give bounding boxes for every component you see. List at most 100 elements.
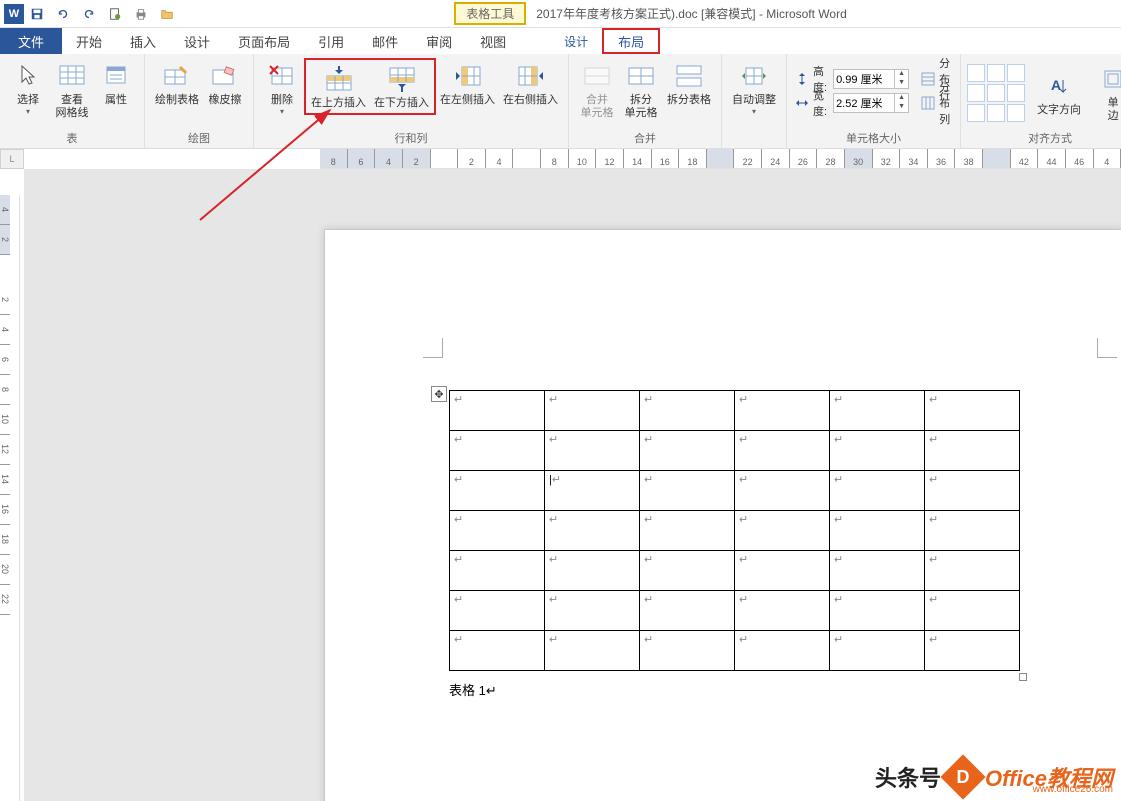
table-cell[interactable]: ↵ — [640, 631, 735, 671]
tab-view[interactable]: 视图 — [466, 28, 520, 54]
col-width-input[interactable]: ▲▼ — [833, 93, 909, 113]
table-cell[interactable]: ↵ — [545, 511, 640, 551]
cell-margins-button[interactable]: 单 边 — [1093, 61, 1121, 125]
spin-up-icon[interactable]: ▲ — [894, 94, 908, 103]
spin-down-icon[interactable]: ▼ — [894, 79, 908, 88]
table-cell[interactable]: ↵ — [735, 391, 830, 431]
tab-file[interactable]: 文件 — [0, 28, 62, 54]
table-cell[interactable]: ↵ — [640, 551, 735, 591]
properties-button[interactable]: 属性 — [94, 58, 138, 109]
merge-cells-icon — [581, 60, 613, 92]
table-cell[interactable]: ↵ — [735, 431, 830, 471]
tab-table-design[interactable]: 设计 — [550, 28, 602, 54]
table-cell[interactable]: ↵ — [735, 551, 830, 591]
select-button[interactable]: 选择 ▾ — [6, 58, 50, 118]
table-cell[interactable]: ↵ — [830, 591, 925, 631]
tab-page-layout[interactable]: 页面布局 — [224, 28, 304, 54]
ribbon-tabs: 文件 开始 插入 设计 页面布局 引用 邮件 审阅 视图 设计 布局 — [0, 28, 1121, 54]
merge-cells-button[interactable]: 合并 单元格 — [575, 58, 619, 122]
table-cell[interactable]: ↵ — [545, 431, 640, 471]
alignment-grid[interactable] — [967, 64, 1025, 122]
table-cell[interactable]: ↵ — [830, 471, 925, 511]
tab-table-layout[interactable]: 布局 — [602, 28, 660, 54]
table-cell[interactable]: ↵ — [735, 591, 830, 631]
split-cells-button[interactable]: 拆分 单元格 — [619, 58, 663, 122]
tab-design[interactable]: 设计 — [170, 28, 224, 54]
distribute-cols-button[interactable]: 分布列 — [919, 92, 954, 114]
table-cell[interactable]: ↵ — [450, 511, 545, 551]
tab-home[interactable]: 开始 — [62, 28, 116, 54]
table-cell[interactable]: ↵ — [735, 471, 830, 511]
group-rows-cols-label: 行和列 — [260, 128, 562, 148]
table-cell[interactable]: ↵ — [545, 391, 640, 431]
table-cell[interactable]: ↵ — [735, 511, 830, 551]
table-cell[interactable]: ↵ — [925, 551, 1020, 591]
table-caption: 表格 1↵ — [449, 680, 497, 699]
redo-icon[interactable] — [77, 2, 101, 26]
table-cell[interactable]: ↵ — [925, 511, 1020, 551]
delete-button[interactable]: 删除 ▾ — [260, 58, 304, 118]
table-cell[interactable]: ↵ — [545, 551, 640, 591]
document-table[interactable]: ↵↵↵↵↵↵↵↵↵↵↵↵↵↵↵↵↵↵↵↵↵↵↵↵↵↵↵↵↵↵↵↵↵↵↵↵↵↵↵↵… — [449, 390, 1020, 671]
table-cell[interactable]: ↵ — [925, 631, 1020, 671]
insert-col-left-icon — [452, 60, 484, 92]
save-icon[interactable] — [25, 2, 49, 26]
insert-col-right-icon — [515, 60, 547, 92]
table-cell[interactable]: ↵ — [735, 631, 830, 671]
table-cell[interactable]: ↵ — [450, 631, 545, 671]
undo-icon[interactable] — [51, 2, 75, 26]
insert-right-button[interactable]: 在右侧插入 — [499, 58, 562, 109]
view-gridlines-button[interactable]: 查看 网格线 — [50, 58, 94, 122]
ruler-corner[interactable]: L — [0, 149, 24, 169]
table-cell[interactable]: ↵ — [830, 631, 925, 671]
table-cell[interactable]: ↵ — [640, 471, 735, 511]
eraser-button[interactable]: 橡皮擦 — [203, 58, 247, 109]
text-direction-button[interactable]: A 文字方向 — [1033, 68, 1085, 119]
table-cell[interactable]: ↵ — [450, 431, 545, 471]
table-cell[interactable]: ↵ — [450, 591, 545, 631]
table-cell[interactable]: ↵ — [450, 471, 545, 511]
draw-table-button[interactable]: 绘制表格 — [151, 58, 203, 109]
dist-rows-icon — [921, 71, 935, 87]
table-cell[interactable]: ↵ — [640, 511, 735, 551]
table-cell[interactable]: ↵ — [450, 551, 545, 591]
table-cell[interactable]: ↵ — [830, 551, 925, 591]
open-folder-icon[interactable] — [155, 2, 179, 26]
spin-down-icon[interactable]: ▼ — [894, 103, 908, 112]
table-cell[interactable]: ↵ — [925, 471, 1020, 511]
table-cell[interactable]: ↵ — [925, 431, 1020, 471]
table-cell[interactable]: ↵ — [830, 431, 925, 471]
table-cell[interactable]: ↵ — [925, 591, 1020, 631]
tab-mailings[interactable]: 邮件 — [358, 28, 412, 54]
table-cell[interactable]: ↵ — [545, 631, 640, 671]
table-cell[interactable]: ↵ — [450, 391, 545, 431]
autofit-icon — [738, 60, 770, 92]
tab-references[interactable]: 引用 — [304, 28, 358, 54]
table-cell[interactable]: ↵ — [640, 431, 735, 471]
quick-print-icon[interactable] — [129, 2, 153, 26]
split-table-button[interactable]: 拆分表格 — [663, 58, 715, 109]
table-cell[interactable]: ↵ — [640, 391, 735, 431]
insert-below-button[interactable]: 在下方插入 — [370, 61, 433, 112]
svg-text:A: A — [1051, 77, 1061, 93]
spin-up-icon[interactable]: ▲ — [894, 70, 908, 79]
table-cell[interactable]: ↵ — [545, 591, 640, 631]
insert-above-button[interactable]: 在上方插入 — [307, 61, 370, 112]
table-cell[interactable]: ↵ — [545, 471, 640, 511]
row-height-input[interactable]: ▲▼ — [833, 69, 909, 89]
table-resize-handle[interactable] — [1019, 673, 1027, 681]
tab-insert[interactable]: 插入 — [116, 28, 170, 54]
table-cell[interactable]: ↵ — [830, 391, 925, 431]
horizontal-ruler[interactable]: 8642248101214161822242628303234363842444… — [320, 149, 1121, 169]
table-cell[interactable]: ↵ — [925, 391, 1020, 431]
table-cell[interactable]: ↵ — [640, 591, 735, 631]
table-cell[interactable]: ↵ — [830, 511, 925, 551]
tab-review[interactable]: 审阅 — [412, 28, 466, 54]
document-area[interactable]: ✥ ↵↵↵↵↵↵↵↵↵↵↵↵↵↵↵↵↵↵↵↵↵↵↵↵↵↵↵↵↵↵↵↵↵↵↵↵↵↵… — [24, 169, 1121, 801]
autofit-button[interactable]: 自动调整 ▾ — [728, 58, 780, 118]
group-table-label: 表 — [6, 128, 138, 148]
new-doc-icon[interactable] — [103, 2, 127, 26]
vertical-ruler[interactable]: 42246810121416182022 — [0, 195, 20, 801]
table-move-handle[interactable]: ✥ — [431, 386, 447, 402]
insert-left-button[interactable]: 在左侧插入 — [436, 58, 499, 109]
